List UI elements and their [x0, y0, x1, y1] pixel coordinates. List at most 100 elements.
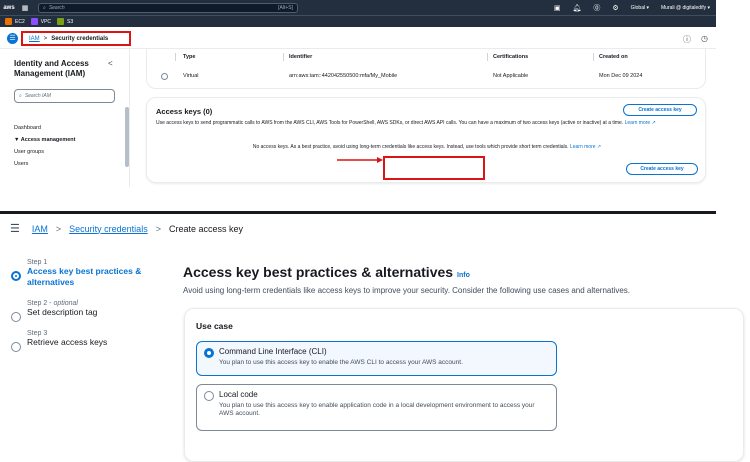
cloudshell-icon[interactable]: ▣	[554, 4, 561, 12]
console-page: aws ▦ ⌕ Search [Alt+S] ▣ 🔔︎ ⓪ ⚙ Global ▾…	[0, 0, 750, 462]
favorite-s3[interactable]: S3	[57, 18, 73, 25]
access-keys-title: Access keys (0)	[156, 107, 213, 116]
column-header-created: Created on	[599, 54, 628, 60]
sidebar-search-input[interactable]: ⌕ Search IAM	[14, 89, 115, 103]
services-grid-icon[interactable]: ▦	[18, 2, 32, 14]
aws-top-nav: aws ▦ ⌕ Search [Alt+S] ▣ 🔔︎ ⓪ ⚙ Global ▾…	[0, 0, 716, 15]
page-title: Access key best practices & alternatives…	[183, 264, 470, 280]
sidebar-scrollbar[interactable]	[125, 107, 129, 167]
column-divider	[487, 53, 488, 61]
step-circle-icon	[11, 342, 21, 352]
clock-icon[interactable]: ◷	[701, 34, 708, 45]
s3-icon	[57, 18, 65, 25]
mfa-created-on: Mon Dec 09 2024	[599, 73, 643, 79]
learn-more-link[interactable]: Learn more	[625, 120, 651, 126]
column-divider	[175, 53, 176, 61]
help-icon[interactable]: ⓪	[593, 3, 600, 13]
sidebar-search-placeholder: Search IAM	[24, 93, 51, 99]
step-number: Step 3	[27, 330, 48, 337]
breadcrumb-security-credentials-link[interactable]: Security credentials	[69, 224, 148, 234]
sidebar-title: Identity and Access Management (IAM)	[14, 59, 89, 78]
create-access-key-center-button[interactable]: Create access key	[626, 163, 698, 175]
favorite-label: EC2	[15, 18, 25, 25]
red-arrow-annotation	[337, 157, 383, 163]
search-shortcut: [Alt+S]	[278, 4, 293, 11]
global-search-input[interactable]: ⌕ Search [Alt+S]	[38, 2, 298, 13]
step-active-icon	[11, 271, 21, 281]
vpc-icon	[30, 18, 38, 25]
mfa-identifier: arn:aws:iam::442042550500:mfa/My_Mobile	[289, 73, 398, 79]
option-title: Command Line Interface (CLI)	[219, 347, 327, 356]
favorite-label: VPC	[40, 18, 52, 25]
chevron-right-icon: >	[43, 35, 48, 42]
sidebar-item-user-groups[interactable]: User groups	[14, 149, 121, 155]
create-access-key-button[interactable]: Create access key	[623, 104, 697, 116]
aws-logo[interactable]: aws	[0, 5, 18, 11]
breadcrumb-current: Security credentials	[51, 35, 109, 42]
column-header-certifications: Certifications	[493, 54, 529, 60]
access-keys-panel: Access keys (0) Create access key Use ac…	[146, 97, 706, 183]
wizard-steps: Step 1 Access key best practices & alter…	[11, 259, 171, 360]
favorite-label: S3	[67, 18, 74, 25]
settings-gear-icon[interactable]: ⚙	[612, 4, 618, 12]
breadcrumb-iam-link[interactable]: IAM	[32, 224, 48, 234]
external-link-icon: ↗	[651, 120, 656, 126]
mfa-type: Virtual	[183, 73, 199, 79]
favorite-vpc[interactable]: VPC	[30, 18, 52, 25]
column-divider	[593, 53, 594, 61]
step-number: Step 2 -	[27, 300, 52, 307]
breadcrumb: ☰ IAM > Security credentials > Create ac…	[10, 222, 243, 235]
iam-sidebar: Identity and Access Management (IAM) < ⌕…	[0, 49, 130, 187]
step-label: Retrieve access keys	[27, 337, 108, 347]
step-label: Access key best practices & alternatives	[27, 266, 142, 287]
wizard-step-2[interactable]: Step 2 - optional Set description tag	[11, 300, 171, 322]
access-keys-description: Use access keys to send programmatic cal…	[156, 120, 701, 127]
option-description: You plan to use this access key to enabl…	[219, 359, 463, 366]
favorites-bar: EC2 VPC S3	[0, 15, 716, 27]
favorite-ec2[interactable]: EC2	[5, 18, 25, 25]
highlight-box: Create access key	[383, 156, 698, 180]
use-case-title: Use case	[196, 321, 233, 331]
search-placeholder: Search	[48, 4, 65, 11]
search-icon: ⌕	[19, 93, 22, 99]
access-keys-description-text: Use access keys to send programmatic cal…	[156, 120, 624, 126]
breadcrumb: IAM > Security credentials	[21, 31, 131, 46]
step-circle-icon	[11, 312, 21, 322]
page-title-text: Access key best practices & alternatives	[183, 264, 454, 280]
empty-state-text: No access keys. As a best practice, avoi…	[252, 144, 569, 150]
sidebar-section-access-management[interactable]: ▼ Access management	[14, 137, 121, 143]
sidebar-item-users[interactable]: Users	[14, 161, 121, 167]
use-case-option-local-code[interactable]: Local code You plan to use this access k…	[196, 384, 557, 431]
info-link[interactable]: Info	[457, 272, 470, 279]
breadcrumb-current: Create access key	[168, 223, 243, 234]
hamburger-menu-icon[interactable]: ☰	[10, 222, 20, 235]
page-subtitle: Avoid using long-term credentials like a…	[183, 286, 631, 295]
breadcrumb-iam-link[interactable]: IAM	[29, 36, 40, 42]
notifications-bell-icon[interactable]: 🔔︎	[572, 4, 581, 12]
step-label: Set description tag	[27, 307, 98, 317]
mfa-devices-table: Type Identifier Certifications Created o…	[146, 49, 706, 89]
collapse-sidebar-icon[interactable]: <	[108, 59, 113, 68]
info-circle-icon[interactable]: ⓘ	[683, 34, 691, 45]
wizard-step-3[interactable]: Step 3 Retrieve access keys	[11, 330, 171, 352]
breadcrumb-bar: ☰ IAM > Security credentials ⓘ ◷	[0, 27, 716, 49]
empty-learn-more-link[interactable]: Learn more	[570, 144, 596, 150]
radio-selected[interactable]	[204, 348, 214, 358]
ec2-icon	[5, 18, 12, 25]
chevron-right-icon: >	[55, 223, 62, 234]
chevron-right-icon: >	[155, 223, 161, 234]
account-menu[interactable]: Murali @ digitaledify ▾	[661, 5, 710, 11]
create-access-key-view: ☰ IAM > Security credentials > Create ac…	[0, 214, 750, 462]
empty-state: No access keys. As a best practice, avoi…	[147, 144, 707, 150]
mfa-row-radio[interactable]	[161, 73, 168, 80]
security-credentials-view: ☰ IAM > Security credentials ⓘ ◷ Identit…	[0, 27, 716, 187]
region-selector[interactable]: Global ▾	[631, 5, 649, 11]
search-icon: ⌕	[43, 4, 46, 11]
column-header-identifier: Identifier	[289, 54, 313, 60]
radio-unselected[interactable]	[204, 391, 214, 401]
sidebar-item-dashboard[interactable]: Dashboard	[14, 125, 121, 131]
column-header-type: Type	[183, 54, 196, 60]
use-case-option-cli[interactable]: Command Line Interface (CLI) You plan to…	[196, 341, 557, 376]
menu-icon[interactable]: ☰	[7, 33, 18, 44]
wizard-step-1[interactable]: Step 1 Access key best practices & alter…	[11, 259, 171, 288]
